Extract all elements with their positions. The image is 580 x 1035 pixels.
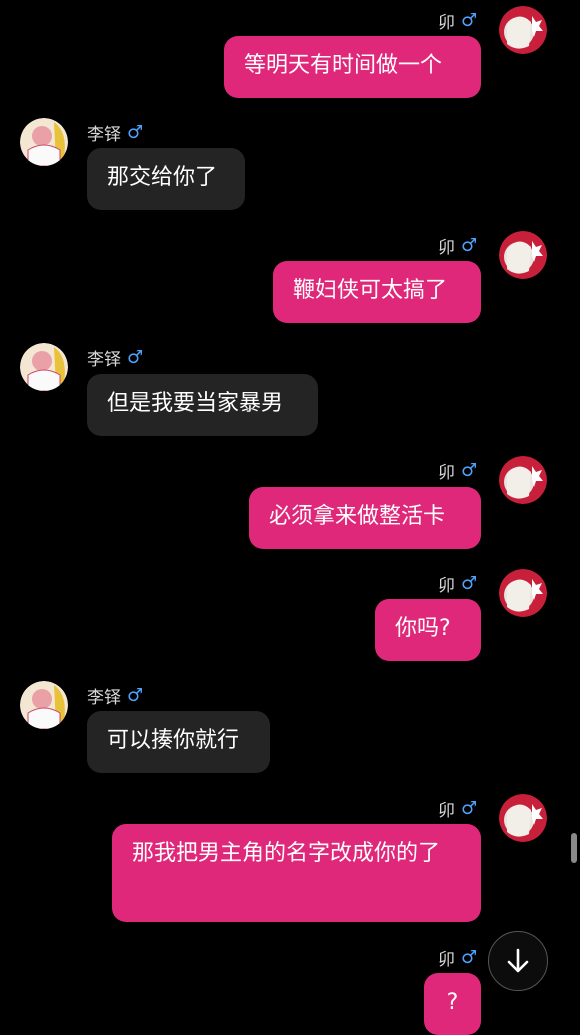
sender-name: 卯 ♂ (438, 945, 477, 970)
avatar[interactable] (20, 118, 68, 166)
sender-name-text: 卯 (438, 238, 455, 258)
sender-name-text: 李铎 (87, 688, 121, 708)
arrow-down-icon (507, 948, 529, 973)
sender-name: 李铎 ♂ (87, 345, 143, 370)
sender-name: 卯 ♂ (438, 796, 477, 821)
sender-name-text: 李铎 (87, 350, 121, 370)
male-gender-icon: ♂ (127, 685, 144, 706)
sender-name-text: 卯 (438, 463, 455, 483)
scroll-to-bottom-button[interactable] (488, 931, 548, 991)
message-bubble[interactable]: 你吗? (375, 599, 481, 661)
message-bubble[interactable]: 可以揍你就行 (87, 711, 270, 773)
avatar[interactable] (499, 6, 547, 54)
sender-name: 卯 ♂ (438, 458, 477, 483)
message-bubble[interactable]: ? (424, 973, 481, 1035)
sender-name: 李铎 ♂ (87, 120, 143, 145)
message-bubble[interactable]: 那交给你了 (87, 148, 245, 210)
sender-name-text: 卯 (438, 576, 455, 596)
male-gender-icon: ♂ (461, 947, 478, 968)
male-gender-icon: ♂ (127, 122, 144, 143)
sender-name-text: 卯 (438, 13, 455, 33)
sender-name-text: 卯 (438, 950, 455, 970)
avatar[interactable] (20, 681, 68, 729)
message-bubble[interactable]: 那我把男主角的名字改成你的了 (112, 824, 481, 922)
male-gender-icon: ♂ (461, 798, 478, 819)
sender-name: 卯 ♂ (438, 8, 477, 33)
message-bubble[interactable]: 等明天有时间做一个 (224, 36, 481, 98)
scrollbar[interactable] (571, 833, 577, 863)
male-gender-icon: ♂ (127, 347, 144, 368)
sender-name: 李铎 ♂ (87, 683, 143, 708)
sender-name: 卯 ♂ (438, 233, 477, 258)
avatar[interactable] (499, 231, 547, 279)
avatar[interactable] (499, 456, 547, 504)
sender-name-text: 卯 (438, 801, 455, 821)
message-bubble[interactable]: 必须拿来做整活卡 (249, 487, 481, 549)
male-gender-icon: ♂ (461, 460, 478, 481)
sender-name-text: 李铎 (87, 125, 121, 145)
avatar[interactable] (20, 343, 68, 391)
avatar[interactable] (499, 569, 547, 617)
male-gender-icon: ♂ (461, 10, 478, 31)
avatar[interactable] (499, 794, 547, 842)
male-gender-icon: ♂ (461, 235, 478, 256)
message-bubble[interactable]: 鞭妇侠可太搞了 (273, 261, 481, 323)
male-gender-icon: ♂ (461, 573, 478, 594)
sender-name: 卯 ♂ (438, 571, 477, 596)
message-bubble[interactable]: 但是我要当家暴男 (87, 374, 318, 436)
